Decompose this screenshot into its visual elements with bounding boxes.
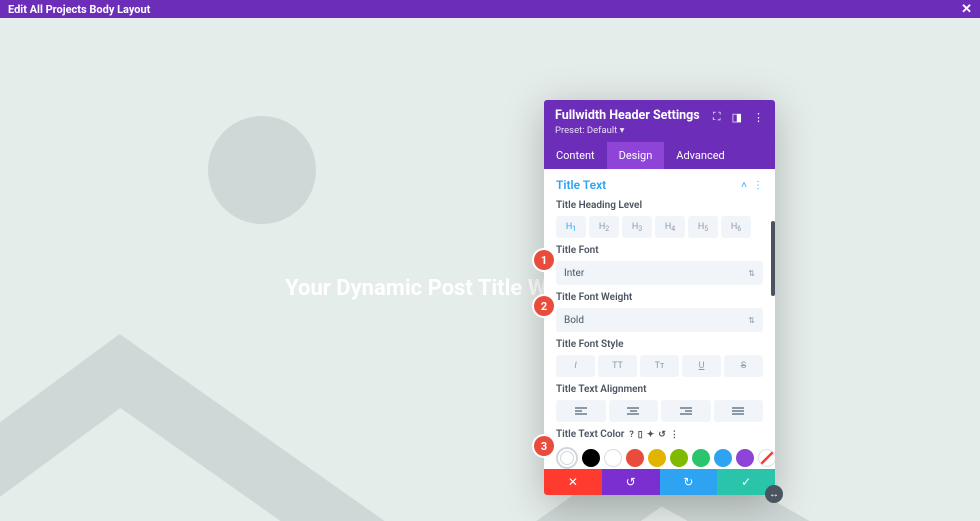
color-swatches	[556, 445, 763, 469]
panel-title: Fullwidth Header Settings	[555, 108, 700, 123]
swatch-purple[interactable]	[736, 449, 754, 467]
scrollbar-thumb[interactable]	[771, 221, 775, 296]
top-bar: Edit All Projects Body Layout ✕	[0, 0, 980, 18]
font-select-value: Inter	[564, 268, 584, 279]
chevron-updown-icon: ⇅	[748, 269, 755, 278]
font-style-group: I TT Tт U S	[556, 355, 763, 377]
help-icon[interactable]: ?	[629, 430, 633, 440]
tab-content[interactable]: Content	[544, 142, 607, 169]
cancel-button[interactable]: ✕	[544, 469, 602, 495]
badge-2: 2	[534, 296, 554, 316]
panel-body: Title Text ˄ ⋮ Title Heading Level H1 H2…	[544, 169, 775, 469]
label-font: Title Font	[556, 245, 763, 256]
style-italic[interactable]: I	[556, 355, 595, 377]
font-weight-select[interactable]: Bold ⇅	[556, 308, 763, 332]
label-font-weight: Title Font Weight	[556, 292, 763, 303]
heading-h5[interactable]: H5	[688, 216, 718, 238]
resize-handle[interactable]: ↔	[765, 485, 783, 503]
label-alignment: Title Text Alignment	[556, 384, 763, 395]
align-center[interactable]	[609, 400, 659, 422]
panel-header-icons: ⛶ ◨ ⋮	[713, 110, 764, 124]
panel-footer: ✕ ↺ ↻ ✓	[544, 469, 775, 495]
style-strikethrough[interactable]: S	[724, 355, 763, 377]
heading-h3[interactable]: H3	[622, 216, 652, 238]
label-heading-level: Title Heading Level	[556, 200, 763, 211]
style-uppercase[interactable]: TT	[598, 355, 637, 377]
swatch-lime[interactable]	[670, 449, 688, 467]
tab-advanced[interactable]: Advanced	[664, 142, 736, 169]
swatch-green[interactable]	[692, 449, 710, 467]
style-smallcaps[interactable]: Tт	[640, 355, 679, 377]
label-text-color: Title Text Color ? ▯ ✦ ↺ ⋮	[556, 429, 763, 440]
redo-button[interactable]: ↻	[660, 469, 718, 495]
alignment-group	[556, 400, 763, 422]
accordion-title: Title Text	[556, 178, 606, 192]
tab-design[interactable]: Design	[607, 142, 665, 169]
align-right[interactable]	[661, 400, 711, 422]
reset-icon[interactable]: ↺	[658, 430, 666, 440]
panel-tabs: Content Design Advanced	[544, 142, 775, 169]
swatch-black[interactable]	[582, 449, 600, 467]
close-icon[interactable]: ✕	[961, 2, 972, 17]
top-bar-title: Edit All Projects Body Layout	[8, 3, 150, 16]
hero-title: Your Dynamic Post Title Will Display Her…	[0, 276, 980, 301]
swatch-current[interactable]	[556, 447, 578, 469]
align-justify[interactable]	[714, 400, 764, 422]
swatch-blue[interactable]	[714, 449, 732, 467]
chevron-updown-icon: ⇅	[748, 316, 755, 325]
scrollbar[interactable]	[770, 169, 775, 469]
heading-h6[interactable]: H6	[721, 216, 751, 238]
hover-icon[interactable]: ✦	[647, 430, 655, 440]
accordion-header[interactable]: Title Text ˄ ⋮	[556, 178, 763, 192]
font-weight-value: Bold	[564, 315, 584, 326]
image-placeholder	[0, 18, 980, 521]
settings-panel: Fullwidth Header Settings Preset: Defaul…	[544, 100, 775, 495]
swatch-amber[interactable]	[648, 449, 666, 467]
heading-h2[interactable]: H2	[589, 216, 619, 238]
more-icon[interactable]: ⋮	[753, 111, 764, 124]
chevron-up-icon[interactable]: ˄	[741, 180, 747, 191]
badge-3: 3	[534, 436, 554, 456]
font-select[interactable]: Inter ⇅	[556, 261, 763, 285]
expand-icon[interactable]: ⛶	[713, 110, 721, 124]
style-underline[interactable]: U	[682, 355, 721, 377]
heading-h4[interactable]: H4	[655, 216, 685, 238]
swatch-white[interactable]	[604, 449, 622, 467]
panel-header[interactable]: Fullwidth Header Settings Preset: Defaul…	[544, 100, 775, 142]
badge-1: 1	[534, 250, 554, 270]
align-left[interactable]	[556, 400, 606, 422]
label-font-style: Title Font Style	[556, 339, 763, 350]
snap-icon[interactable]: ◨	[732, 111, 742, 124]
placeholder-mountains	[0, 171, 980, 521]
color-more-icon[interactable]: ⋮	[670, 430, 679, 440]
accordion-more-icon[interactable]: ⋮	[753, 180, 763, 191]
swatch-red[interactable]	[626, 449, 644, 467]
heading-h1[interactable]: H1	[556, 216, 586, 238]
canvas: Your Dynamic Post Title Will Display Her…	[0, 18, 980, 521]
heading-level-group: H1 H2 H3 H4 H5 H6	[556, 216, 763, 238]
undo-button[interactable]: ↺	[602, 469, 660, 495]
phone-icon[interactable]: ▯	[638, 430, 643, 440]
panel-preset[interactable]: Preset: Default ▾	[555, 125, 700, 136]
